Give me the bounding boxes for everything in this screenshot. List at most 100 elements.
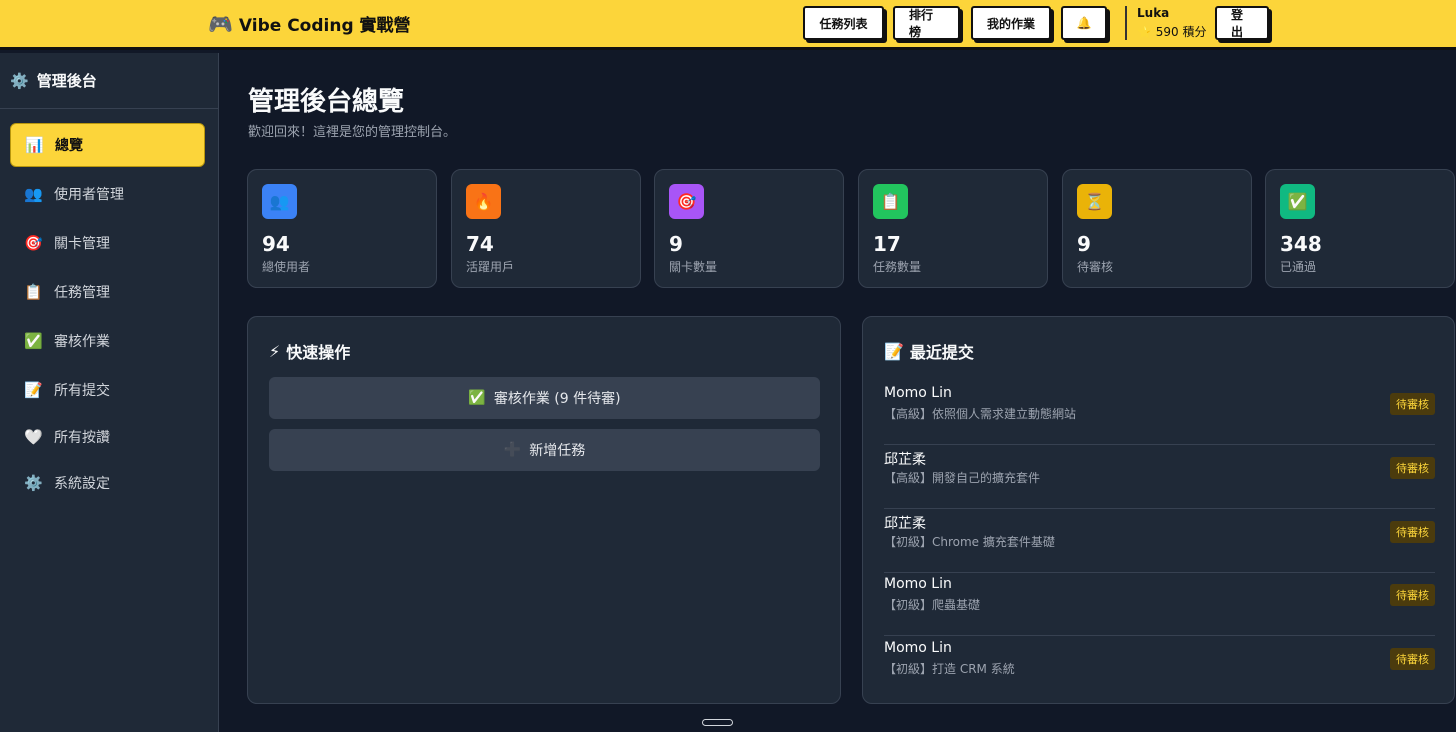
submitter-name: 邱芷柔 — [884, 516, 926, 532]
quick-actions-panel: ⚡ 快速操作 ✅ 審核作業 (9 件待審) ➕ 新增任務 — [247, 316, 841, 704]
target-icon: 🎯 — [24, 234, 43, 252]
stat-card-pending: ⏳ 9 待審核 — [1062, 169, 1252, 288]
scroll-handle[interactable] — [702, 719, 733, 726]
add-task-button[interactable]: ➕ 新增任務 — [269, 429, 820, 471]
top-bar: 🎮 Vibe Coding 實戰營 任務列表 排行榜 我的作業 🔔 Luka ⭐… — [0, 0, 1456, 50]
panel-title-text: 最近提交 — [909, 343, 974, 362]
check-icon: ✅ — [1280, 184, 1315, 219]
sidebar-header: ⚙️ 管理後台 — [0, 53, 218, 109]
stat-value: 9 — [669, 232, 683, 256]
sidebar-item-users[interactable]: 👥 使用者管理 — [10, 172, 205, 216]
sidebar-item-levels[interactable]: 🎯 關卡管理 — [10, 221, 205, 265]
brand[interactable]: 🎮 Vibe Coding 實戰營 — [208, 11, 411, 37]
status-badge: 待審核 — [1390, 393, 1435, 415]
fire-icon: 🔥 — [466, 184, 501, 219]
sidebar-item-label: 使用者管理 — [54, 187, 124, 203]
hourglass-icon: ⏳ — [1077, 184, 1112, 219]
clipboard-icon: 📋 — [24, 283, 43, 301]
recent-submissions-title: 📝 最近提交 — [884, 339, 974, 363]
stat-value: 348 — [1280, 232, 1322, 256]
nav-leaderboard-button[interactable]: 排行榜 — [893, 6, 960, 40]
main-content: 管理後台總覽 歡迎回來！這裡是您的管理控制台。 👥 94 總使用者 🔥 74 活… — [220, 53, 1456, 732]
stat-value: 74 — [466, 232, 494, 256]
sidebar-title: 管理後台 — [36, 72, 97, 90]
stat-value: 9 — [1077, 232, 1091, 256]
submission-task: 【高級】依照個人需求建立動態網站 — [884, 407, 1077, 421]
brand-name: Vibe Coding 實戰營 — [238, 16, 411, 36]
submission-row[interactable]: 邱芷柔 【初級】Chrome 擴充套件基礎 待審核 — [884, 509, 1435, 573]
stat-card-approved: ✅ 348 已通過 — [1265, 169, 1455, 288]
stat-label: 任務數量 — [873, 260, 922, 274]
stat-label: 總使用者 — [262, 260, 311, 274]
stat-card-levels: 🎯 9 關卡數量 — [654, 169, 844, 288]
sidebar-item-label: 所有按讚 — [54, 430, 110, 446]
stat-card-tasks: 📋 17 任務數量 — [858, 169, 1048, 288]
submission-row[interactable]: Momo Lin 【高級】依照個人需求建立動態網站 待審核 — [884, 381, 1435, 445]
sidebar: ⚙️ 管理後台 📊 總覽 👥 使用者管理 🎯 關卡管理 📋 任務管理 ✅ 審核作… — [0, 53, 219, 732]
logout-button[interactable]: 登出 — [1215, 6, 1269, 40]
status-badge: 待審核 — [1390, 584, 1435, 606]
sidebar-item-likes[interactable]: 🤍 所有按讚 — [10, 415, 205, 459]
stat-label: 活躍用戶 — [466, 260, 515, 274]
points-value: 590 積分 — [1155, 25, 1207, 39]
sidebar-item-label: 審核作業 — [54, 334, 110, 350]
heart-icon: 🤍 — [24, 428, 43, 446]
bell-icon: 🔔 — [1076, 16, 1092, 30]
nav-my-homework-button[interactable]: 我的作業 — [971, 6, 1051, 40]
users-icon: 👥 — [24, 185, 43, 203]
page-title: 管理後台總覽 — [248, 87, 405, 117]
gear-icon: ⚙️ — [24, 474, 43, 492]
quick-actions-title: ⚡ 快速操作 — [269, 339, 350, 363]
button-label: 新增任務 — [529, 443, 586, 459]
sidebar-item-label: 總覽 — [55, 138, 83, 154]
stat-value: 94 — [262, 232, 290, 256]
user-name: Luka — [1137, 6, 1170, 20]
memo-icon: 📝 — [884, 341, 904, 361]
notifications-button[interactable]: 🔔 — [1061, 6, 1107, 40]
stat-card-total-users: 👥 94 總使用者 — [247, 169, 437, 288]
sidebar-item-label: 關卡管理 — [54, 236, 110, 252]
review-homework-button[interactable]: ✅ 審核作業 (9 件待審) — [269, 377, 820, 419]
submitter-name: 邱芷柔 — [884, 452, 926, 468]
check-icon: ✅ — [468, 390, 486, 406]
sidebar-item-label: 系統設定 — [54, 476, 110, 492]
submitter-name: Momo Lin — [884, 640, 952, 656]
users-icon: 👥 — [262, 184, 297, 219]
stat-label: 已通過 — [1280, 260, 1317, 274]
stat-value: 17 — [873, 232, 901, 256]
lightning-icon: ⚡ — [269, 341, 281, 361]
submission-task: 【高級】開發自己的擴充套件 — [884, 471, 1041, 485]
memo-icon: 📝 — [24, 381, 43, 399]
submission-task: 【初級】Chrome 擴充套件基礎 — [884, 535, 1055, 549]
header-divider — [1125, 6, 1127, 40]
stat-label: 關卡數量 — [669, 260, 718, 274]
sidebar-item-review[interactable]: ✅ 審核作業 — [10, 319, 205, 363]
chart-icon: 📊 — [25, 136, 44, 154]
sidebar-item-tasks[interactable]: 📋 任務管理 — [10, 270, 205, 314]
plus-icon: ➕ — [503, 442, 522, 458]
submission-row[interactable]: 邱芷柔 【高級】開發自己的擴充套件 待審核 — [884, 445, 1435, 509]
button-label: 審核作業 (9 件待審) — [493, 391, 621, 407]
sidebar-item-label: 所有提交 — [54, 383, 110, 399]
clipboard-icon: 📋 — [873, 184, 908, 219]
stat-label: 待審核 — [1077, 260, 1114, 274]
sidebar-item-overview[interactable]: 📊 總覽 — [10, 123, 205, 167]
target-icon: 🎯 — [669, 184, 704, 219]
sidebar-item-submissions[interactable]: 📝 所有提交 — [10, 368, 205, 412]
status-badge: 待審核 — [1390, 648, 1435, 670]
status-badge: 待審核 — [1390, 521, 1435, 543]
submission-row[interactable]: Momo Lin 【初級】打造 CRM 系統 待審核 — [884, 636, 1435, 700]
gamepad-icon: 🎮 — [208, 11, 233, 36]
gear-icon: ⚙️ — [10, 71, 29, 90]
page-subtitle: 歡迎回來！這裡是您的管理控制台。 — [248, 125, 457, 140]
submission-row[interactable]: Momo Lin 【初級】爬蟲基礎 待審核 — [884, 572, 1435, 636]
status-badge: 待審核 — [1390, 457, 1435, 479]
sidebar-item-label: 任務管理 — [54, 285, 110, 301]
recent-submissions-panel: 📝 最近提交 Momo Lin 【高級】依照個人需求建立動態網站 待審核 邱芷柔… — [862, 316, 1455, 704]
submitter-name: Momo Lin — [884, 385, 952, 401]
sidebar-item-settings[interactable]: ⚙️ 系統設定 — [10, 461, 205, 505]
nav-tasks-button[interactable]: 任務列表 — [803, 6, 884, 40]
user-points: ⭐ 590 積分 — [1137, 23, 1207, 40]
submitter-name: Momo Lin — [884, 576, 952, 592]
submission-task: 【初級】爬蟲基礎 — [884, 598, 981, 612]
